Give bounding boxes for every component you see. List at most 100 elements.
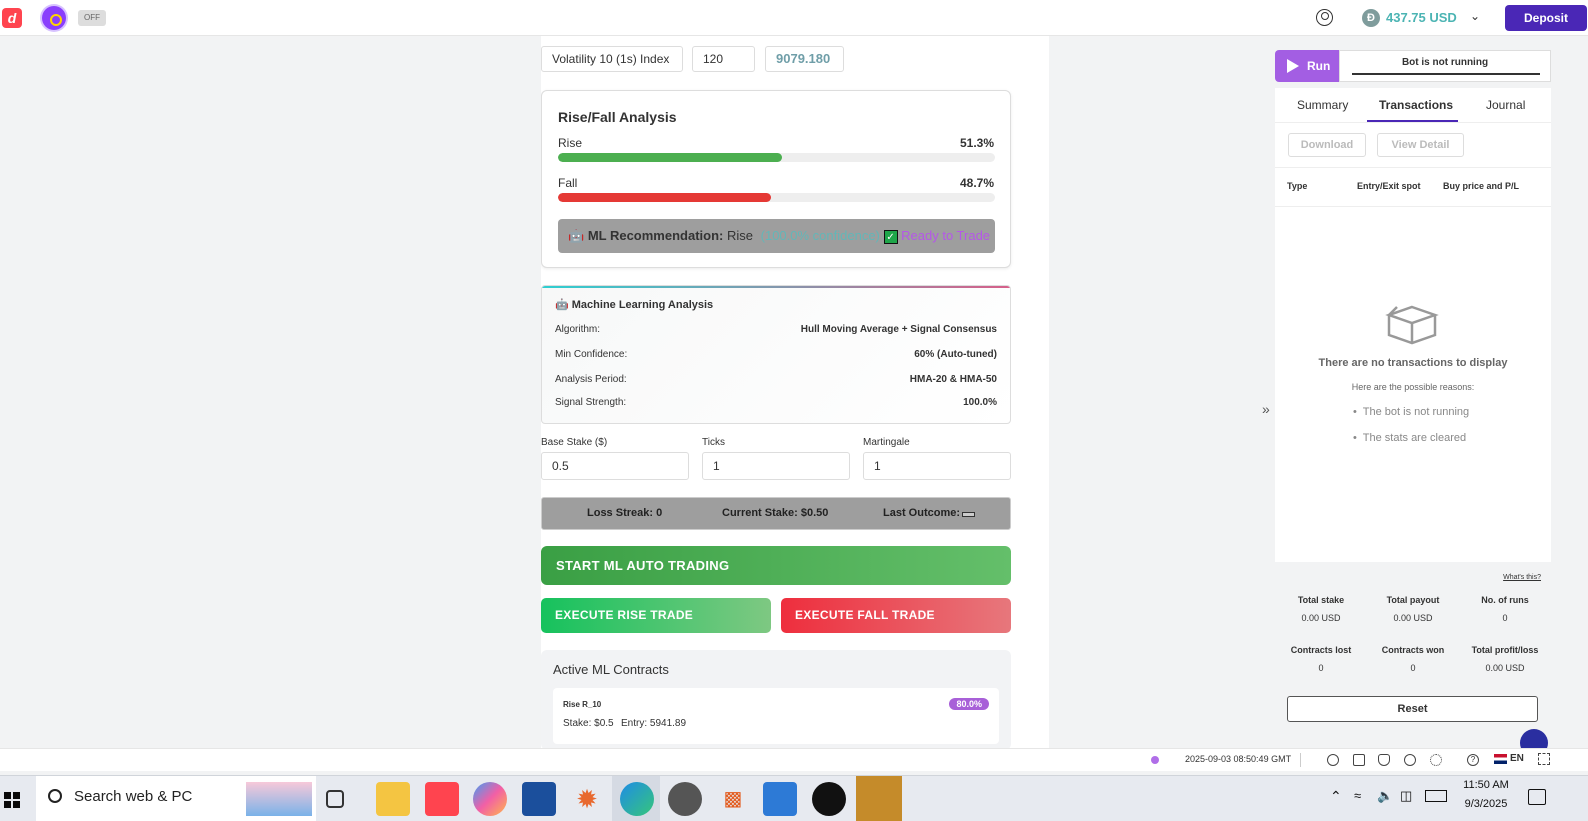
divider	[1275, 206, 1551, 207]
summary-label: Total payout	[1386, 595, 1440, 605]
brightness-icon[interactable]	[1430, 754, 1442, 766]
summary-value: 0	[1502, 613, 1508, 623]
summary-value: 0	[1410, 663, 1416, 673]
reset-button[interactable]: Reset	[1287, 696, 1538, 722]
app-icon[interactable]	[522, 782, 556, 816]
run-label: Run	[1307, 59, 1331, 73]
fall-percent: 48.7%	[959, 176, 994, 190]
taskbar-search[interactable]: Search web & PC	[36, 776, 316, 821]
rise-percent: 51.3%	[959, 136, 994, 150]
fullscreen-icon[interactable]	[1538, 753, 1550, 765]
ml-value-signal-strength: 100.0%	[963, 397, 997, 408]
tab-summary[interactable]: Summary	[1297, 98, 1348, 112]
chevron-down-icon[interactable]: ⌄	[1470, 9, 1480, 23]
contract-entry: Entry: 5941.89	[621, 718, 687, 729]
file-explorer-icon[interactable]	[376, 782, 410, 816]
column-type: Type	[1287, 181, 1308, 191]
run-button[interactable]: Run	[1275, 50, 1339, 82]
wifi-icon[interactable]: ≈	[1354, 788, 1361, 803]
ml-rec-value: Rise	[727, 228, 754, 243]
bot-status-text: Bot is not running	[1401, 57, 1489, 68]
sticky-notes-icon[interactable]	[856, 776, 902, 821]
notifications-icon[interactable]	[1528, 789, 1546, 805]
base-stake-input[interactable]: 0.5	[541, 452, 689, 480]
tiktok-icon[interactable]	[812, 782, 846, 816]
summary-label: Contracts lost	[1290, 645, 1352, 655]
ticks-label: Ticks	[702, 437, 725, 448]
shield-icon[interactable]	[1378, 754, 1390, 766]
whatsapp-icon[interactable]	[1327, 754, 1339, 766]
reason-item: • The bot is not running	[1353, 406, 1470, 418]
clock-date[interactable]: 9/3/2025	[1456, 798, 1516, 810]
deriv-app-icon[interactable]	[425, 782, 459, 816]
bot-status: Bot is not running	[1339, 50, 1551, 82]
copilot-icon[interactable]	[473, 782, 507, 816]
feather-icon[interactable]	[1353, 754, 1365, 766]
tab-divider	[1275, 122, 1551, 123]
store-icon[interactable]	[763, 782, 797, 816]
windows-start-icon[interactable]	[4, 792, 20, 808]
last-outcome: Last Outcome:	[883, 507, 961, 519]
clock-time[interactable]: 11:50 AM	[1456, 779, 1516, 791]
fall-bar-fill	[558, 193, 771, 202]
edge-browser-icon[interactable]	[620, 782, 654, 816]
collapse-arrow-icon[interactable]: »	[1262, 401, 1270, 417]
download-button[interactable]: Download	[1288, 133, 1366, 157]
martingale-input[interactable]: 1	[863, 452, 1011, 480]
ml-value-analysis-period: HMA-20 & HMA-50	[909, 374, 997, 385]
app-icon[interactable]	[668, 782, 702, 816]
battery-icon[interactable]: ◫	[1400, 788, 1412, 804]
robot-icon: 🤖	[568, 228, 585, 243]
contract-card[interactable]: Rise R_10 80.0% Stake: $0.5 Entry: 5941.…	[553, 688, 999, 744]
ml-analysis-title-text: Machine Learning Analysis	[571, 299, 714, 311]
help-icon[interactable]: ?	[1467, 754, 1479, 766]
server-time: 2025-09-03 08:50:49 GMT	[1185, 754, 1292, 764]
fall-bar-track	[558, 193, 995, 202]
reason-text: The stats are cleared	[1362, 432, 1467, 444]
footer-bar: 2025-09-03 08:50:49 GMT ? EN	[0, 748, 1588, 771]
ml-rec-confidence: (100.0% confidence)	[760, 228, 880, 243]
whats-this-link[interactable]: What's this?	[1503, 574, 1541, 581]
volume-icon[interactable]: 🔈	[1377, 788, 1393, 804]
currency-icon: Đ	[1362, 9, 1380, 27]
ticks-input[interactable]: 120	[692, 46, 755, 72]
ml-key-signal-strength: Signal Strength:	[555, 397, 627, 408]
main-panel: Volatility 10 (1s) Index 120 9079.180 Ri…	[541, 36, 1049, 748]
toggle-off-badge[interactable]: OFF	[78, 10, 106, 26]
contract-confidence-badge: 80.0%	[949, 698, 989, 710]
deriv-logo[interactable]: d	[2, 8, 22, 28]
language-selector[interactable]: EN	[1510, 753, 1524, 764]
tab-transactions[interactable]: Transactions	[1379, 98, 1453, 112]
compass-icon[interactable]	[42, 6, 66, 30]
account-balance[interactable]: 437.75 USD	[1386, 10, 1457, 25]
loss-streak: Loss Streak: 0	[587, 507, 663, 519]
market-select[interactable]: Volatility 10 (1s) Index	[541, 46, 683, 72]
ticks-field[interactable]: 1	[702, 452, 850, 480]
chevron-up-icon[interactable]: ⌃	[1330, 788, 1342, 805]
app-icon[interactable]: ▩	[716, 782, 750, 816]
deposit-button[interactable]: Deposit	[1505, 5, 1587, 31]
ml-value-min-confidence: 60% (Auto-tuned)	[914, 349, 997, 360]
account-icon[interactable]	[1316, 9, 1333, 26]
summary-label: Total profit/loss	[1471, 645, 1539, 655]
run-panel: Summary Transactions Journal Download Vi…	[1275, 88, 1551, 734]
tab-journal[interactable]: Journal	[1486, 98, 1525, 112]
rise-label: Rise	[558, 136, 583, 150]
execute-rise-trade-button[interactable]: EXECUTE RISE TRADE	[541, 598, 771, 633]
keyboard-icon[interactable]	[1425, 790, 1447, 802]
start-ml-auto-trading-button[interactable]: START ML AUTO TRADING	[541, 546, 1011, 585]
summary-value: 0.00 USD	[1301, 613, 1341, 623]
active-contracts-title: Active ML Contracts	[553, 662, 669, 677]
connection-dot-icon	[1151, 756, 1159, 764]
view-detail-button[interactable]: View Detail	[1377, 133, 1464, 157]
current-price: 9079.180	[765, 46, 844, 72]
gauge-icon[interactable]	[1404, 754, 1416, 766]
progress-line	[1352, 73, 1540, 75]
execute-fall-trade-button[interactable]: EXECUTE FALL TRADE	[781, 598, 1011, 633]
outcome-indicator	[962, 512, 975, 517]
spark-app-icon[interactable]: ✹	[570, 782, 604, 816]
task-view-icon[interactable]	[326, 790, 344, 808]
rise-fall-title: Rise/Fall Analysis	[558, 109, 677, 125]
windows-taskbar: Search web & PC ✹ ▩ ⌃ ≈ 🔈 ◫ 11:50 AM 9/3…	[0, 775, 1588, 821]
summary-value: 0.00 USD	[1393, 613, 1433, 623]
